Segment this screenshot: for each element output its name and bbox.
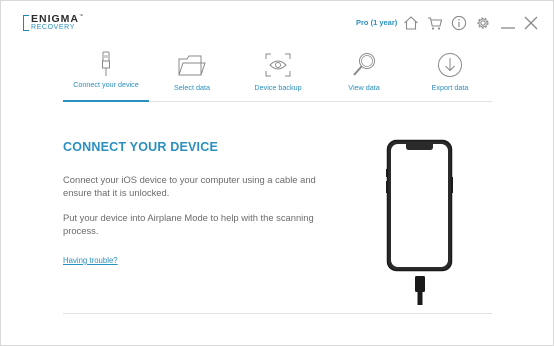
- active-step-indicator: [63, 100, 149, 102]
- license-plan-label[interactable]: Pro (1 year): [356, 18, 397, 27]
- step-view-data[interactable]: View data: [321, 47, 407, 103]
- eye-scan-icon: [263, 51, 293, 79]
- iphone-illustration: [386, 139, 454, 307]
- step-label: Device backup: [254, 83, 302, 92]
- enigma-recovery-logo: ENIGMA™ RECOVERY: [23, 13, 83, 35]
- download-icon: [435, 51, 465, 79]
- instruction-connect: Connect your iOS device to your computer…: [63, 174, 316, 198]
- page-title: CONNECT YOUR DEVICE: [63, 140, 218, 154]
- step-label: Export data: [431, 83, 469, 92]
- steps-divider: [149, 101, 492, 102]
- gear-icon[interactable]: [474, 14, 492, 32]
- wizard-steps: Connect your device Select data Device b…: [63, 47, 493, 103]
- usb-cable-icon: [91, 51, 121, 79]
- cart-icon[interactable]: [426, 14, 444, 32]
- home-icon[interactable]: [402, 14, 420, 32]
- step-label: Select data: [174, 83, 210, 92]
- folder-icon: [177, 51, 207, 79]
- close-icon[interactable]: [522, 14, 540, 32]
- app-window: ENIGMA™ RECOVERY Pro (1 year) Connect yo…: [0, 0, 554, 346]
- step-device-backup[interactable]: Device backup: [235, 47, 321, 103]
- magnifier-icon: [349, 51, 379, 79]
- step-select-data[interactable]: Select data: [149, 47, 235, 103]
- step-label: View data: [348, 83, 380, 92]
- footer-divider: [63, 313, 492, 314]
- having-trouble-link[interactable]: Having trouble?: [63, 256, 118, 265]
- step-export-data[interactable]: Export data: [407, 47, 493, 103]
- info-icon[interactable]: [450, 14, 468, 32]
- logo-subtitle: RECOVERY: [31, 24, 75, 31]
- instruction-airplane-mode: Put your device into Airplane Mode to he…: [63, 212, 314, 236]
- step-label: Connect your device: [73, 80, 139, 89]
- logo-bracket: [23, 15, 29, 31]
- step-connect-device[interactable]: Connect your device: [63, 47, 149, 103]
- minimize-icon[interactable]: [499, 14, 517, 32]
